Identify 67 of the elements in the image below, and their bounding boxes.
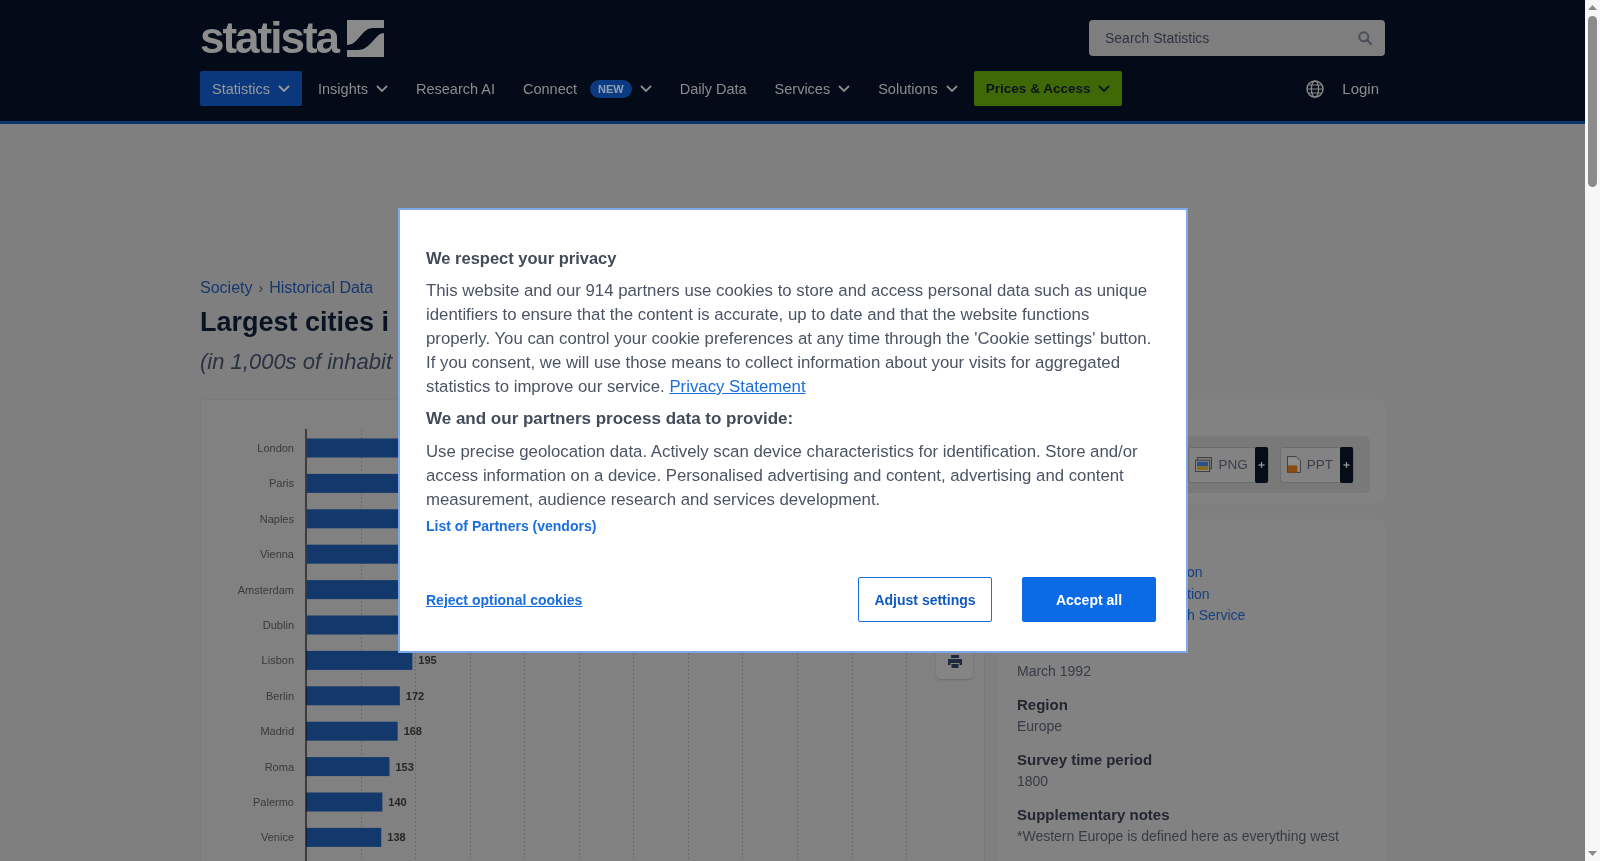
nav-item[interactable]: Insights [306, 71, 400, 106]
scrollbar-thumb[interactable] [1588, 16, 1597, 187]
value-label: 195 [418, 654, 437, 667]
search-icon[interactable] [1358, 31, 1372, 45]
logo-mark-icon[interactable] [347, 19, 385, 57]
nav-button[interactable]: Prices & Access [973, 71, 1123, 106]
detail-label: Survey time period [1017, 749, 1154, 770]
nav-item[interactable]: Solutions [866, 71, 970, 106]
reject-cookies-link[interactable]: Reject optional cookies [426, 591, 583, 608]
value-label: 153 [395, 760, 414, 773]
plus-icon [1340, 446, 1353, 483]
nav-item[interactable]: Statistics [200, 71, 302, 106]
purposes-text: Use precise geolocation data. Actively scan device characteristics for identification. Store and/or access information on a device. Personalised advertising and content, advertising and content measurement, audience research and services development. [426, 441, 1139, 511]
nav-item[interactable]: Research AI [404, 71, 507, 106]
purposes-heading: We and our partners process data to provide: [426, 408, 795, 430]
picture-file-icon [1195, 457, 1213, 472]
source-link[interactable]: h Service [1187, 605, 1365, 627]
nav-item[interactable]: Services [762, 71, 863, 106]
login-link[interactable]: Login [1342, 80, 1379, 97]
page-subtitle: (in 1,000s of inhabit [200, 348, 393, 376]
logo-wordmark[interactable]: statista [200, 18, 339, 58]
nav-item[interactable]: Daily Data [667, 71, 759, 106]
dialog-title: We respect your privacy [426, 248, 618, 269]
breadcrumb-separator: › [258, 280, 264, 296]
privacy-statement-link[interactable]: Privacy Statement [669, 377, 806, 396]
detail-value: 1800 [1017, 771, 1050, 791]
value-label: 140 [388, 796, 407, 808]
category-label: Paris [268, 477, 294, 490]
scroll-up-icon[interactable] [1588, 5, 1597, 10]
category-label: London [257, 442, 294, 454]
partners-link[interactable]: List of Partners (vendors) [426, 516, 597, 536]
document-file-icon [1286, 456, 1301, 473]
category-label: Venice [260, 831, 294, 844]
download-button[interactable]: PNG [1188, 446, 1269, 483]
category-label: Dublin [262, 619, 294, 631]
category-label: Roma [264, 760, 294, 773]
detail-label: Region [1017, 694, 1069, 715]
scroll-down-icon[interactable] [1588, 851, 1597, 856]
nav-item[interactable]: Connect NEW [511, 71, 664, 106]
category-label: Berlin [265, 689, 294, 702]
source-link[interactable]: on [1187, 562, 1365, 584]
value-label: 168 [403, 725, 422, 738]
printer-icon [947, 654, 962, 668]
detail-value: *Western Europe is defined here as everything west [1017, 826, 1340, 846]
page-title: Largest cities i [200, 306, 390, 339]
source-link[interactable]: tion [1187, 583, 1365, 605]
value-label: 172 [405, 689, 425, 702]
category-label: Amsterdam [237, 583, 294, 596]
breadcrumb-link[interactable]: Society [200, 279, 253, 297]
plus-icon [1254, 446, 1268, 483]
category-label: Madrid [260, 725, 294, 738]
search-field[interactable]: Search Statistics [1089, 20, 1385, 56]
category-label: Palermo [253, 796, 294, 808]
consent-text: This website and our 914 partners use cookies to store and access personal data such as unique identifiers to ensure that the content is accurate, up to date and that the website functions properly. You can control your cookie preferences at any time through the 'Cookie settings' button. If you consent, we will use those means to collect information about your visits for aggregated statistics to improve our service. Privacy Statement [426, 280, 1153, 398]
accept-button[interactable]: Accept all [1022, 577, 1156, 622]
category-label: Lisbon [261, 654, 294, 667]
download-button[interactable]: PPT [1279, 446, 1354, 483]
category-label: Naples [259, 512, 294, 525]
settings-button[interactable]: Adjust settings [858, 577, 992, 622]
breadcrumb-link[interactable]: Historical Data [269, 279, 374, 297]
new-badge: NEW [590, 79, 632, 98]
detail-label: Supplementary notes [1017, 804, 1171, 825]
value-label: 138 [387, 831, 406, 844]
detail-value: March 1992 [1017, 661, 1092, 681]
globe-icon[interactable] [1306, 79, 1325, 98]
category-label: Vienna [259, 548, 294, 561]
detail-value: Europe [1017, 716, 1064, 736]
